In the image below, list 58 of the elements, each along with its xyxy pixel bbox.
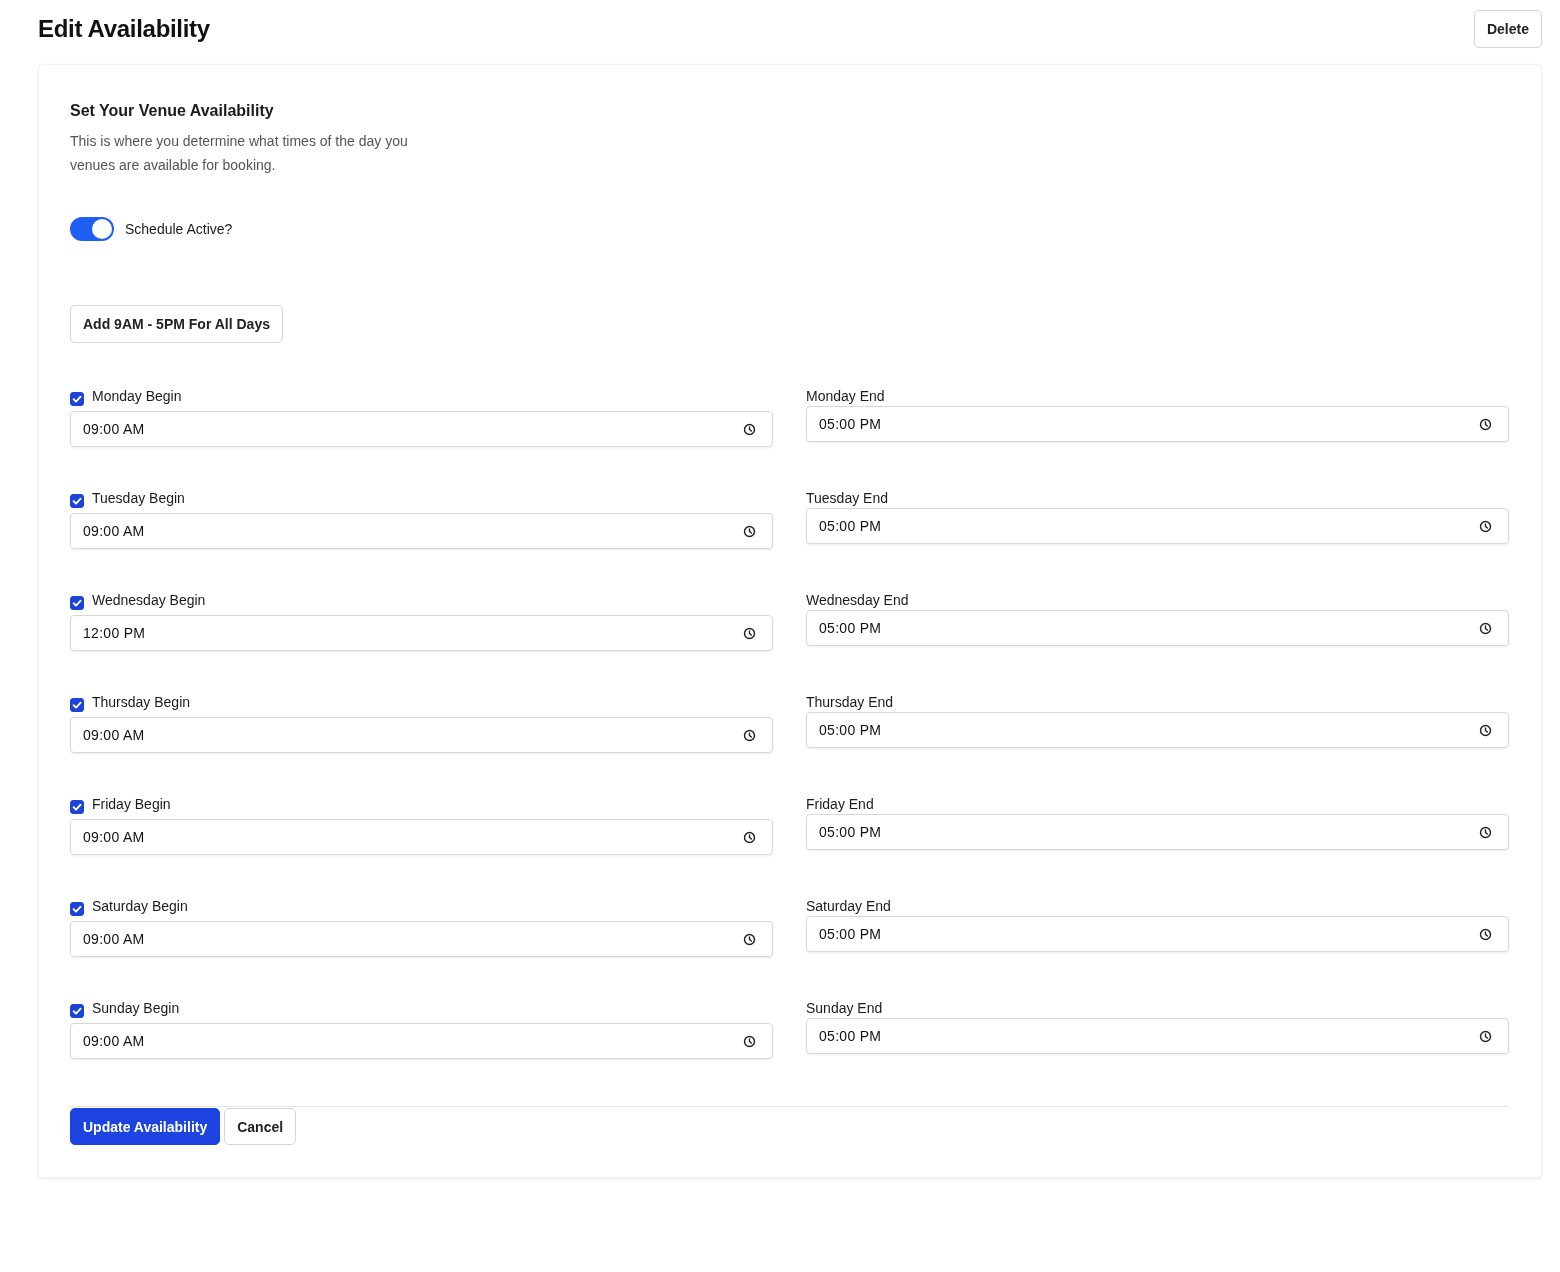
checkbox[interactable] [70, 697, 84, 712]
field-label: Monday Begin [92, 388, 182, 404]
update-button[interactable]: Update Availability [70, 1108, 221, 1145]
checkbox[interactable] [70, 799, 84, 814]
field-label: Friday Begin [92, 796, 171, 812]
field-label: Sunday End [806, 1000, 883, 1016]
clock-icon[interactable] [743, 422, 756, 436]
clock-icon[interactable] [1479, 1029, 1492, 1043]
cancel-button[interactable]: Cancel [224, 1108, 297, 1145]
clock-icon[interactable] [743, 524, 756, 538]
toggle-switch[interactable] [70, 217, 114, 241]
clock-icon[interactable] [1479, 519, 1492, 533]
field-label: Saturday Begin [92, 898, 188, 914]
field-label: Sunday Begin [92, 1000, 180, 1016]
delete-button[interactable]: Delete [1473, 10, 1542, 48]
time-field[interactable]: 12:00 PM [70, 615, 773, 651]
time-field[interactable]: 09:00 AM [70, 921, 773, 957]
checkbox[interactable] [70, 901, 84, 916]
checkbox[interactable] [70, 493, 84, 508]
time-field[interactable]: 09:00 AM [70, 513, 773, 549]
clock-icon[interactable] [1479, 723, 1492, 737]
field-label: Thursday Begin [92, 694, 191, 710]
clock-icon[interactable] [743, 1034, 756, 1048]
field-label: Tuesday Begin [92, 490, 185, 506]
field-label: Thursday End [806, 694, 894, 710]
time-field[interactable]: 09:00 AM [70, 1023, 773, 1059]
section-title: Set Your Venue Availability [70, 101, 275, 121]
clock-icon[interactable] [1479, 417, 1492, 431]
page-title: Edit Availability [38, 15, 210, 43]
field-label: Saturday End [806, 898, 891, 914]
time-field[interactable]: 05:00 PM [806, 610, 1509, 646]
field-label: Tuesday End [806, 490, 888, 506]
preset-button[interactable]: Add 9AM - 5PM For All Days [70, 305, 283, 343]
clock-icon[interactable] [743, 932, 756, 946]
clock-icon[interactable] [743, 626, 756, 640]
time-field[interactable]: 09:00 AM [70, 819, 773, 855]
clock-icon[interactable] [1479, 621, 1492, 635]
time-field[interactable]: 05:00 PM [806, 508, 1509, 544]
clock-icon[interactable] [1479, 927, 1492, 941]
time-field[interactable]: 05:00 PM [806, 1018, 1509, 1054]
checkbox[interactable] [70, 1003, 84, 1018]
checkbox[interactable] [70, 595, 84, 610]
toggle-label: Schedule Active? [125, 221, 233, 237]
time-field[interactable]: 05:00 PM [806, 916, 1509, 952]
checkbox[interactable] [70, 391, 84, 406]
time-field[interactable]: 05:00 PM [806, 712, 1509, 748]
field-label: Wednesday End [806, 592, 909, 608]
field-label: Friday End [806, 796, 874, 812]
time-field[interactable]: 09:00 AM [70, 717, 773, 753]
time-field[interactable]: 05:00 PM [806, 406, 1509, 442]
field-label: Monday End [806, 388, 885, 404]
clock-icon[interactable] [743, 728, 756, 742]
clock-icon[interactable] [743, 830, 756, 844]
field-label: Wednesday Begin [92, 592, 206, 608]
section-description: This is where you determine what times of the day you venues are available for booking. [70, 132, 409, 175]
time-field[interactable]: 05:00 PM [806, 814, 1509, 850]
clock-icon[interactable] [1479, 825, 1492, 839]
time-field[interactable]: 09:00 AM [70, 411, 773, 447]
